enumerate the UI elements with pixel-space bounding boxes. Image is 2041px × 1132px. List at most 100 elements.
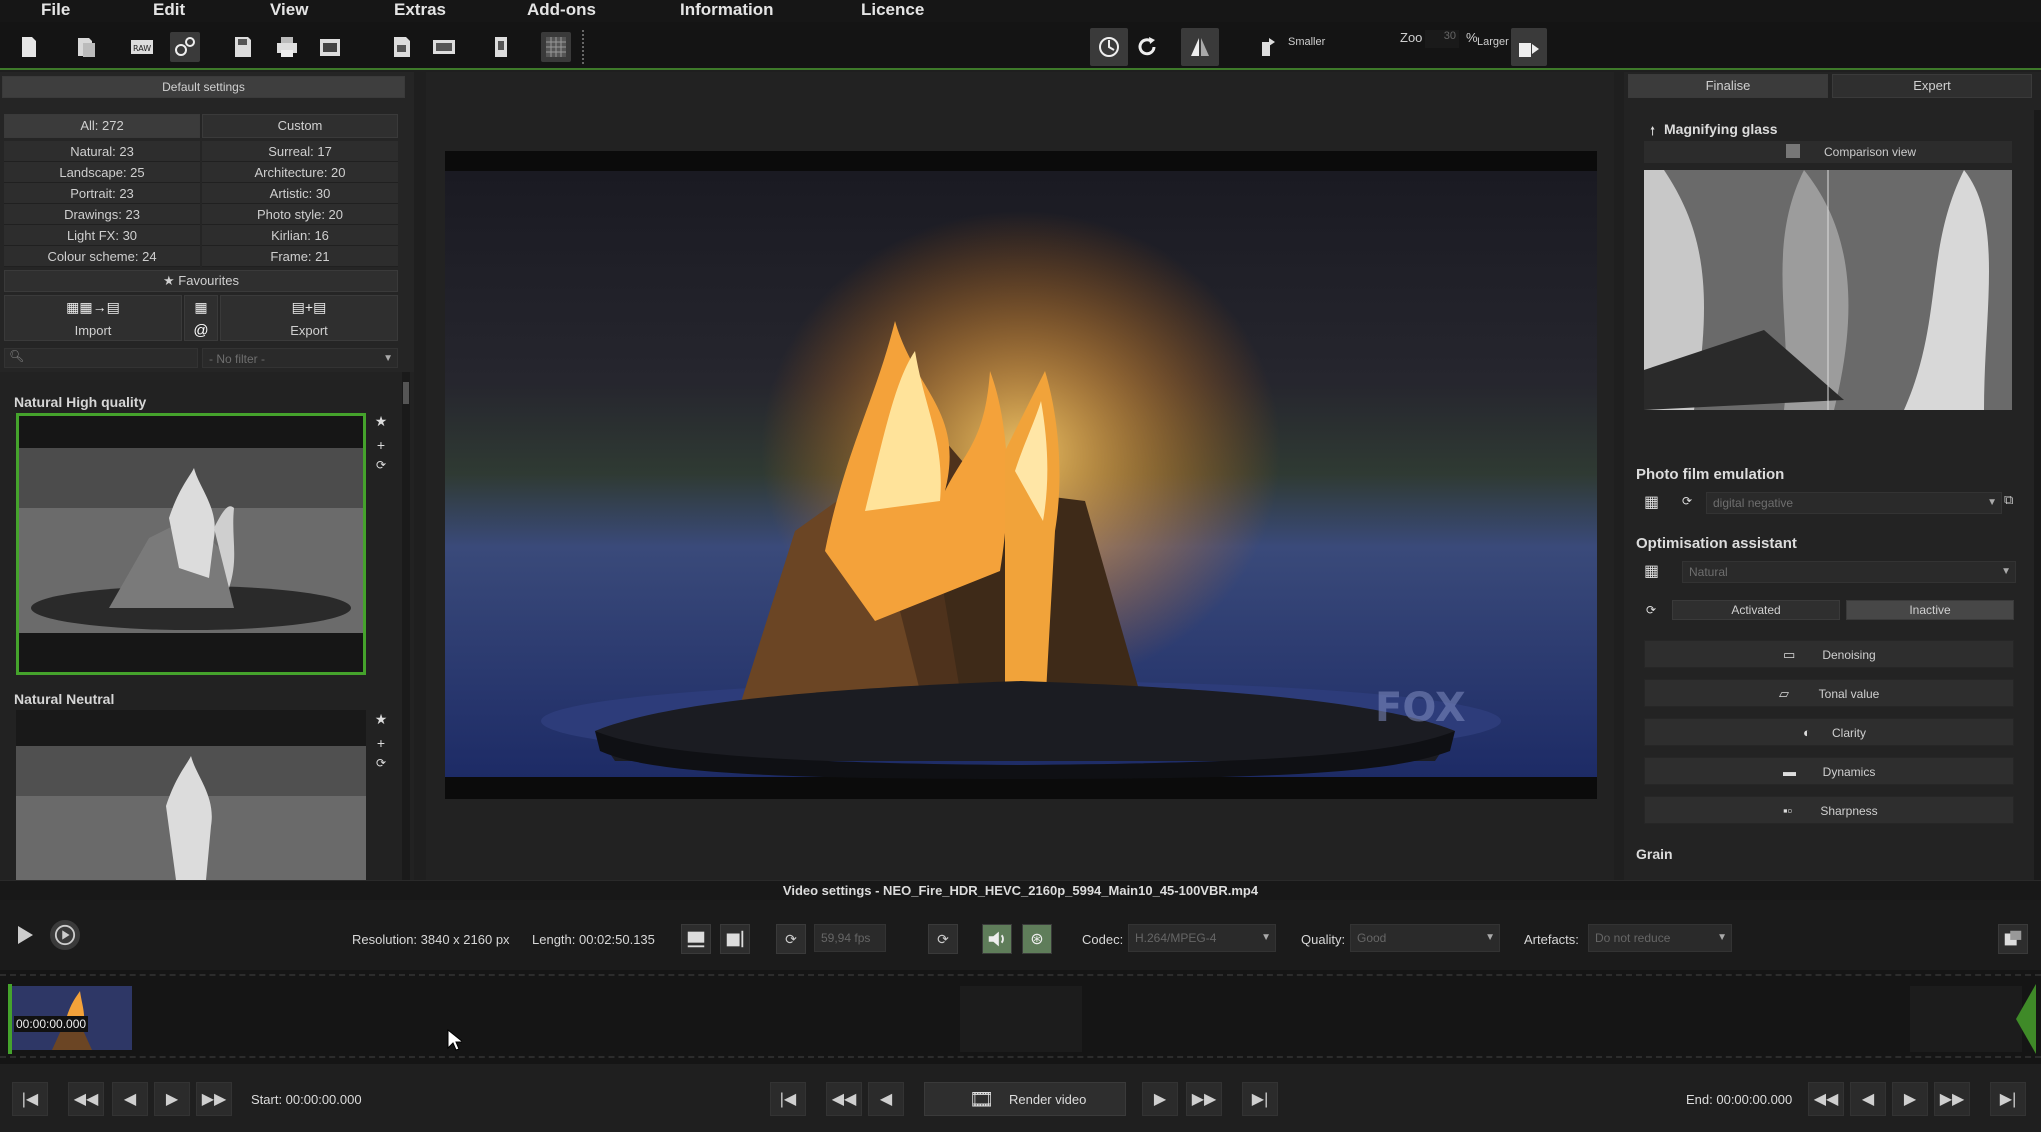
favourites-button[interactable]: ★ Favourites	[4, 270, 398, 292]
batch-processing-icon[interactable]	[170, 32, 200, 62]
play-icon[interactable]	[10, 920, 40, 950]
print-icon[interactable]	[272, 32, 302, 62]
artefacts-dropdown[interactable]: Do not reduce ▼	[1588, 924, 1732, 952]
video-preview[interactable]: FOX	[445, 151, 1597, 799]
settings-scrollbar[interactable]	[2034, 110, 2041, 880]
audio-reset-icon[interactable]: ⟳	[928, 924, 958, 954]
zoom-input[interactable]: 30	[1425, 30, 1459, 48]
category-architecture[interactable]: Architecture: 20	[202, 162, 398, 183]
menu-extras[interactable]: Extras	[394, 0, 446, 20]
favourite-star-icon[interactable]: ★	[372, 412, 390, 430]
grid-view-icon[interactable]	[541, 32, 571, 62]
timeline[interactable]: 00:00:00.000	[0, 970, 2041, 1064]
menu-view[interactable]: View	[270, 0, 308, 20]
step-forward-icon[interactable]: ▶	[154, 1082, 190, 1116]
opt-reset-icon[interactable]: ⟳	[1646, 603, 1656, 617]
fast-rewind-icon[interactable]: ◀◀	[826, 1082, 862, 1116]
add-icon[interactable]: +	[372, 734, 390, 752]
step-forward-icon[interactable]: ▶	[1142, 1082, 1178, 1116]
tonal-value-button[interactable]: ▱ Tonal value	[1644, 679, 2014, 707]
reset-icon[interactable]: ⟳	[372, 754, 390, 772]
category-portrait[interactable]: Portrait: 23	[4, 183, 200, 204]
zoom-in-icon[interactable]	[1511, 28, 1547, 66]
fps-reset-icon[interactable]: ⟳	[776, 924, 806, 954]
speaker-icon[interactable]	[982, 924, 1012, 954]
film-edit-icon[interactable]: ⧉	[2004, 492, 2013, 508]
menu-licence[interactable]: Licence	[861, 0, 924, 20]
reset-icon[interactable]: ⟳	[372, 456, 390, 474]
timeline-segment[interactable]	[1910, 986, 2022, 1052]
go-to-start-icon[interactable]: |◀	[12, 1082, 48, 1116]
comparison-view-toggle[interactable]: Comparison view	[1644, 141, 2012, 163]
timeline-segment[interactable]	[960, 986, 1082, 1052]
add-icon[interactable]: +	[372, 436, 390, 454]
activated-button[interactable]: Activated	[1672, 600, 1840, 620]
detach-video-settings-icon[interactable]	[1998, 924, 2028, 954]
fast-rewind-icon[interactable]: ◀◀	[1808, 1082, 1844, 1116]
render-video-button[interactable]: 🎞︎ Render video	[924, 1082, 1126, 1116]
default-settings-button[interactable]: Default settings	[2, 76, 405, 98]
mirror-icon[interactable]	[1181, 28, 1219, 66]
menu-information[interactable]: Information	[680, 0, 774, 20]
favourite-star-icon[interactable]: ★	[372, 710, 390, 728]
go-to-end-icon[interactable]: ▶|	[1242, 1082, 1278, 1116]
film-grid-icon[interactable]: ▦	[1644, 492, 1672, 514]
opt-grid-icon[interactable]: ▦	[1644, 561, 1672, 583]
zoom-out-icon[interactable]	[1254, 32, 1284, 62]
step-back-icon[interactable]: ◀	[112, 1082, 148, 1116]
import-button[interactable]: ▦▦→▤ Import	[4, 295, 182, 341]
go-to-start-icon[interactable]: |◀	[770, 1082, 806, 1116]
magnifier-view[interactable]	[1644, 170, 2012, 410]
go-to-end-icon[interactable]: ▶|	[1990, 1082, 2026, 1116]
fast-forward-icon[interactable]: ▶▶	[196, 1082, 232, 1116]
category-surreal[interactable]: Surreal: 17	[202, 141, 398, 162]
clarity-button[interactable]: ◐ Clarity	[1644, 718, 2014, 746]
raw-file-icon[interactable]: RAW	[127, 32, 157, 62]
category-natural[interactable]: Natural: 23	[4, 141, 200, 162]
sharpness-button[interactable]: ▪▫ Sharpness	[1644, 796, 2014, 824]
screen-icon[interactable]	[429, 32, 459, 62]
menu-addons[interactable]: Add-ons	[527, 0, 596, 20]
category-photo-style[interactable]: Photo style: 20	[202, 204, 398, 225]
category-light-fx[interactable]: Light FX: 30	[4, 225, 200, 246]
fit-height-icon[interactable]	[720, 924, 750, 954]
filter-dropdown[interactable]: - No filter - ▼	[202, 348, 398, 368]
menu-file[interactable]: File	[41, 0, 70, 20]
export-video-icon[interactable]	[315, 32, 345, 62]
tab-expert[interactable]: Expert	[1832, 74, 2032, 98]
fps-input[interactable]: 59,94 fps	[814, 924, 886, 952]
rotate-icon[interactable]	[1132, 32, 1162, 62]
film-dropdown[interactable]: digital negative ▼	[1706, 492, 2002, 514]
fast-forward-icon[interactable]: ▶▶	[1934, 1082, 1970, 1116]
scrollbar-thumb[interactable]	[403, 382, 409, 404]
category-artistic[interactable]: Artistic: 30	[202, 183, 398, 204]
quality-dropdown[interactable]: Good ▼	[1350, 924, 1500, 952]
save-icon[interactable]	[228, 32, 258, 62]
compare-toggle-icon[interactable]	[1090, 28, 1128, 66]
tab-finalise[interactable]: Finalise	[1628, 74, 1828, 98]
preset-scrollbar[interactable]	[402, 372, 410, 880]
preset-thumbnail[interactable]	[16, 710, 366, 880]
category-drawings[interactable]: Drawings: 23	[4, 204, 200, 225]
preset-thumbnail-selected[interactable]	[16, 413, 366, 675]
end-marker[interactable]	[2016, 984, 2036, 1054]
category-kirlian[interactable]: Kirlian: 16	[202, 225, 398, 246]
collapse-arrow-icon[interactable]: 🠕	[1650, 122, 1655, 143]
fast-forward-icon[interactable]: ▶▶	[1186, 1082, 1222, 1116]
category-custom[interactable]: Custom	[202, 114, 398, 138]
step-back-icon[interactable]: ◀	[1850, 1082, 1886, 1116]
play-preview-icon[interactable]	[50, 920, 80, 950]
step-forward-icon[interactable]: ▶	[1892, 1082, 1928, 1116]
document-icon[interactable]	[486, 32, 516, 62]
denoising-button[interactable]: ▭ Denoising	[1644, 640, 2014, 668]
category-landscape[interactable]: Landscape: 25	[4, 162, 200, 183]
fast-rewind-icon[interactable]: ◀◀	[68, 1082, 104, 1116]
export-frame-icon[interactable]	[387, 32, 417, 62]
codec-dropdown[interactable]: H.264/MPEG-4 ▼	[1128, 924, 1276, 952]
search-input[interactable]: 🔍︎	[4, 348, 198, 368]
step-back-icon[interactable]: ◀	[868, 1082, 904, 1116]
fit-width-icon[interactable]	[681, 924, 711, 954]
new-file-icon[interactable]	[14, 32, 44, 62]
category-all[interactable]: All: 272	[4, 114, 200, 138]
grid-preset-button[interactable]: ▦ @	[184, 295, 218, 341]
